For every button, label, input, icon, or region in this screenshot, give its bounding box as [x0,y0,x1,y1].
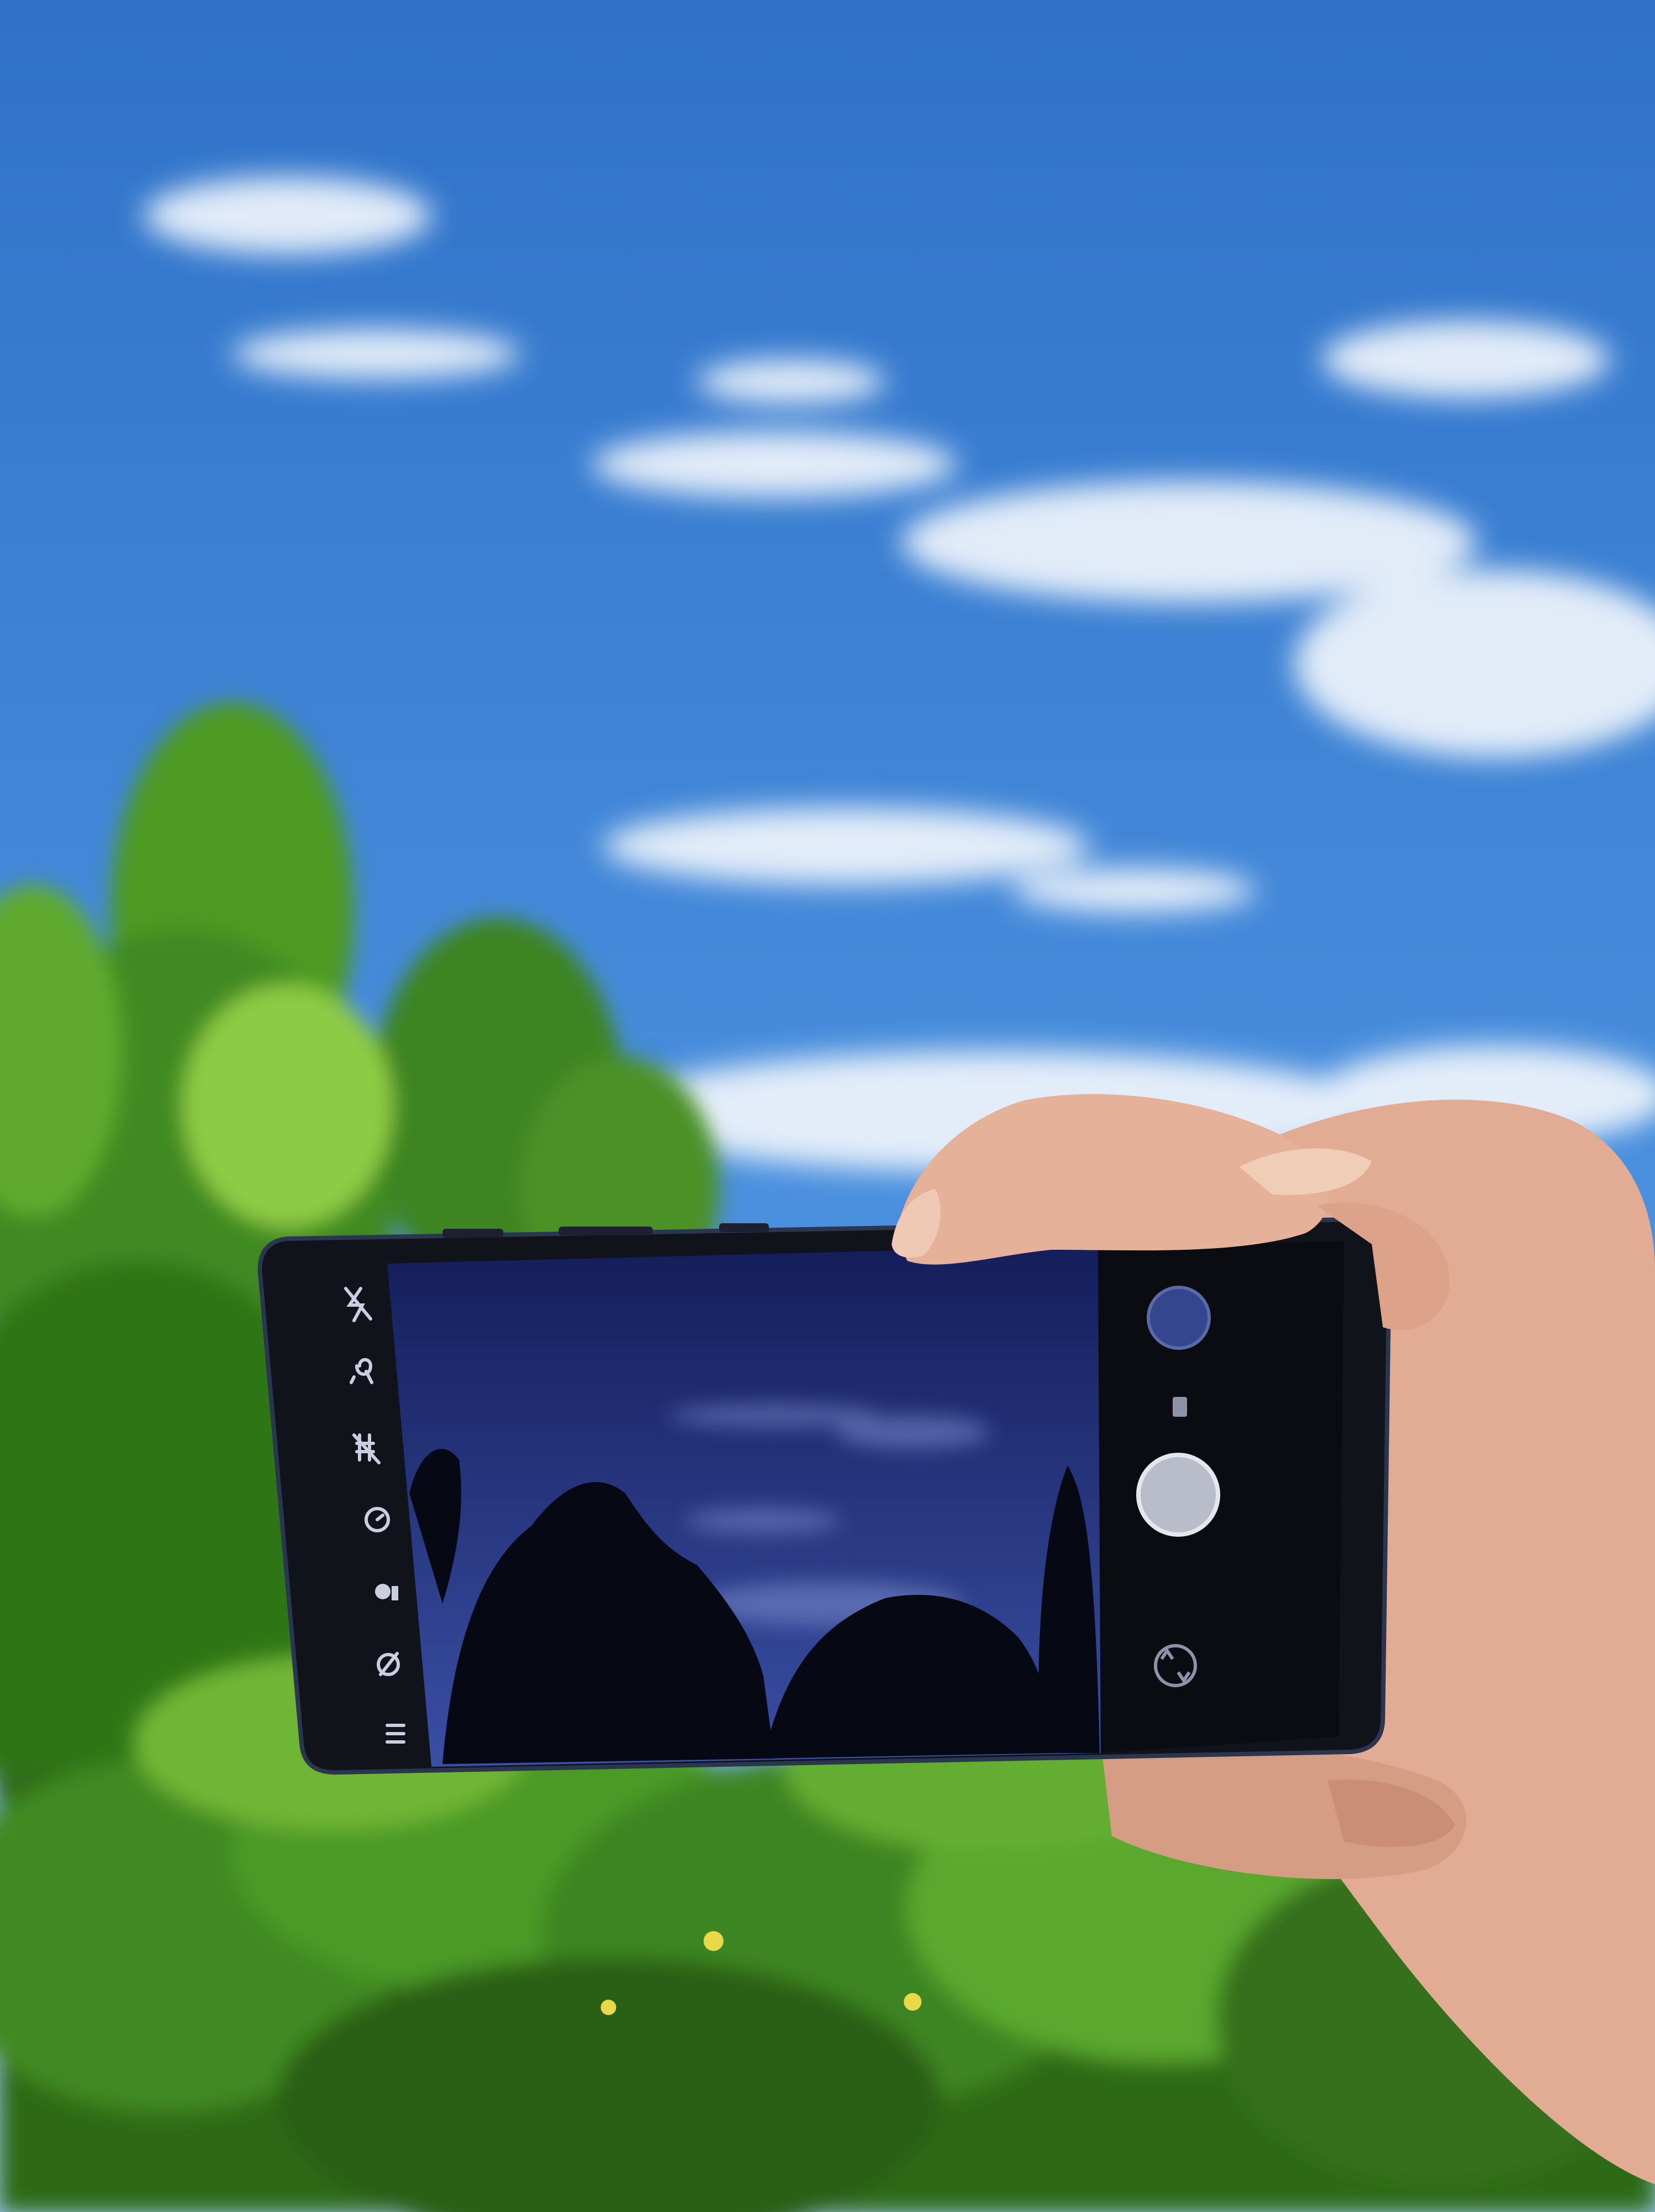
portrait-mode-icon[interactable] [375,1584,398,1600]
shutter-button[interactable] [1136,1453,1220,1537]
mode-switch-icon[interactable] [1173,1397,1187,1417]
viewfinder [387,1245,1101,1767]
camera-control-panel [1098,1241,1344,1753]
gallery-thumbnail[interactable] [1147,1286,1211,1350]
photo-scene [0,0,1655,2212]
